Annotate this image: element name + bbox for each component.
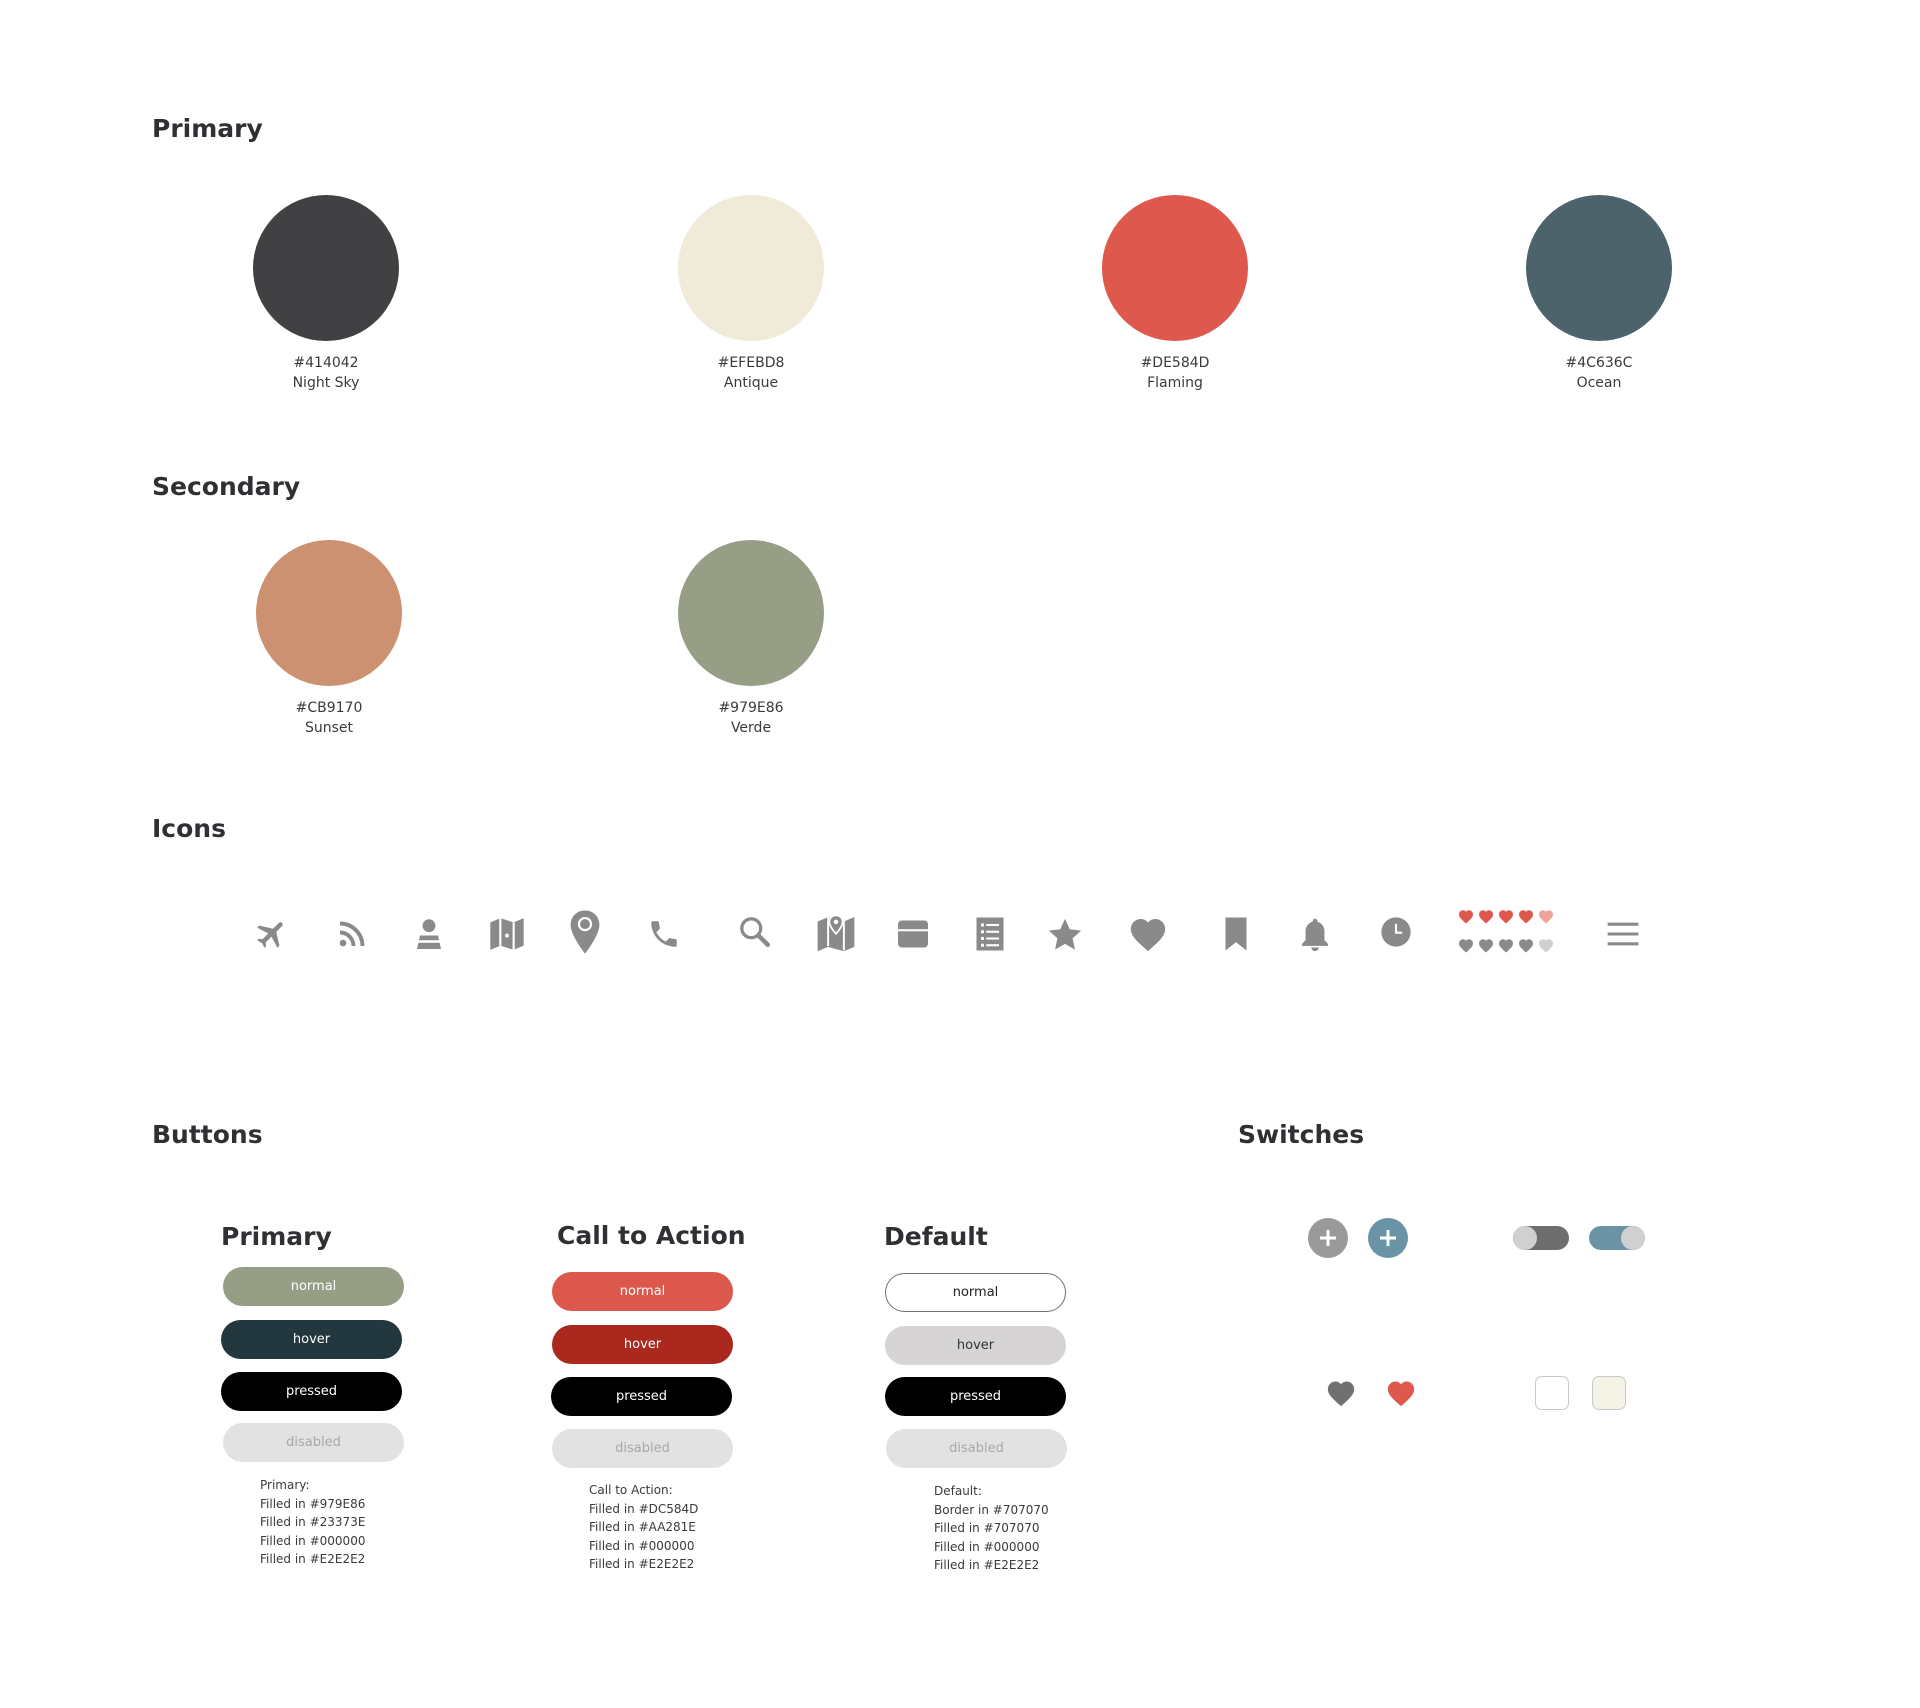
bell-icon[interactable] — [1293, 912, 1337, 956]
cta-pressed-button[interactable]: pressed — [551, 1377, 732, 1416]
person-icon[interactable] — [407, 912, 451, 956]
color-swatch-ocean: #4C636C Ocean — [1449, 195, 1749, 391]
note-line: Filled in #AA281E — [589, 1520, 696, 1534]
default-buttons-note: Default: Border in #707070 Filled in #70… — [934, 1482, 1049, 1575]
primary-normal-button[interactable]: normal — [223, 1267, 404, 1306]
note-title: Default: — [934, 1484, 982, 1498]
note-line: Filled in #23373E — [260, 1515, 366, 1529]
default-pressed-button[interactable]: pressed — [885, 1377, 1066, 1416]
swatch-circle — [253, 195, 399, 341]
map-pin-icon[interactable] — [814, 910, 858, 954]
default-disabled-button[interactable]: disabled — [886, 1429, 1067, 1468]
color-swatch-sunset: #CB9170 Sunset — [179, 540, 479, 736]
swatch-name: Flaming — [1147, 375, 1203, 391]
primary-buttons-title: Primary — [221, 1222, 332, 1251]
map-icon[interactable] — [485, 912, 529, 956]
default-normal-button[interactable]: normal — [885, 1273, 1066, 1312]
note-line: Filled in #000000 — [934, 1539, 1040, 1554]
note-line: Filled in #E2E2E2 — [934, 1558, 1040, 1572]
rss-icon[interactable] — [330, 912, 374, 956]
color-swatch-flaming: #DE584D Flaming — [1025, 195, 1325, 391]
swatch-circle — [1102, 195, 1248, 341]
swatch-name: Ocean — [1576, 375, 1622, 391]
note-line: Filled in #E2E2E2 — [260, 1552, 366, 1566]
swatch-name: Night Sky — [292, 375, 360, 391]
toggle-switch-on[interactable] — [1589, 1226, 1645, 1250]
swatch-circle — [678, 540, 824, 686]
heart-toggle-on-icon[interactable] — [1386, 1379, 1416, 1411]
swatch-hex: #4C636C — [1565, 355, 1633, 371]
default-buttons-title: Default — [884, 1222, 988, 1251]
card-icon[interactable] — [891, 912, 935, 956]
plus-icon — [1320, 1230, 1336, 1246]
note-line: Filled in #707070 — [934, 1521, 1040, 1535]
list-icon[interactable] — [968, 912, 1012, 956]
bookmark-icon[interactable] — [1214, 912, 1258, 956]
heart-rating-icon[interactable] — [1458, 908, 1562, 962]
icons-section-title: Icons — [152, 814, 226, 843]
search-icon[interactable] — [733, 910, 777, 954]
swatch-hex: #CB9170 — [295, 700, 363, 716]
airplane-icon[interactable] — [250, 912, 294, 956]
cta-buttons-title: Call to Action — [557, 1221, 746, 1250]
cta-disabled-button[interactable]: disabled — [552, 1429, 733, 1468]
note-line: Filled in #979E86 — [260, 1496, 366, 1511]
add-button-gray[interactable] — [1308, 1218, 1348, 1258]
swatch-hex: #EFEBD8 — [717, 355, 785, 371]
note-line: Filled in #000000 — [589, 1538, 695, 1553]
swatch-name: Verde — [730, 720, 772, 736]
note-title: Primary: — [260, 1478, 310, 1492]
note-line: Border in #707070 — [934, 1502, 1049, 1517]
secondary-section-title: Secondary — [152, 472, 301, 501]
swatch-hex: #979E86 — [718, 700, 784, 716]
swatch-circle — [1526, 195, 1672, 341]
note-line: Filled in #DC584D — [589, 1501, 699, 1516]
heart-icon[interactable] — [1126, 912, 1170, 956]
note-line: Filled in #E2E2E2 — [589, 1557, 695, 1571]
swatch-hex: #414042 — [293, 355, 359, 371]
note-line: Filled in #000000 — [260, 1533, 366, 1548]
primary-disabled-button[interactable]: disabled — [223, 1423, 404, 1462]
primary-pressed-button[interactable]: pressed — [221, 1372, 402, 1411]
color-swatch-verde: #979E86 Verde — [601, 540, 901, 736]
cta-buttons-note: Call to Action: Filled in #DC584D Filled… — [589, 1481, 698, 1574]
swatch-circle — [256, 540, 402, 686]
swatch-name: Antique — [723, 375, 779, 391]
clock-icon[interactable] — [1374, 910, 1418, 954]
cta-hover-button[interactable]: hover — [552, 1325, 733, 1364]
phone-icon[interactable] — [642, 912, 686, 956]
add-button-blue[interactable] — [1368, 1218, 1408, 1258]
color-swatch-night-sky: #414042 Night Sky — [176, 195, 476, 391]
toggle-knob — [1513, 1226, 1537, 1250]
cta-normal-button[interactable]: normal — [552, 1272, 733, 1311]
heart-toggle-off-icon[interactable] — [1326, 1379, 1356, 1411]
checkbox-checked[interactable] — [1592, 1376, 1626, 1410]
primary-hover-button[interactable]: hover — [221, 1320, 402, 1359]
default-hover-button[interactable]: hover — [885, 1326, 1066, 1365]
switches-section-title: Switches — [1238, 1120, 1365, 1149]
plus-icon — [1380, 1230, 1396, 1246]
color-swatch-antique: #EFEBD8 Antique — [601, 195, 901, 391]
primary-buttons-note: Primary: Filled in #979E86 Filled in #23… — [260, 1476, 365, 1569]
star-icon[interactable] — [1043, 913, 1087, 957]
swatch-name: Sunset — [304, 720, 354, 736]
location-pin-icon[interactable] — [563, 910, 607, 954]
toggle-knob — [1621, 1226, 1645, 1250]
menu-icon[interactable] — [1601, 912, 1645, 956]
buttons-section-title: Buttons — [152, 1120, 263, 1149]
swatch-circle — [678, 195, 824, 341]
checkbox-unchecked[interactable] — [1535, 1376, 1569, 1410]
swatch-hex: #DE584D — [1140, 355, 1210, 371]
primary-section-title: Primary — [152, 114, 263, 143]
note-title: Call to Action: — [589, 1483, 673, 1497]
toggle-switch-off[interactable] — [1513, 1226, 1569, 1250]
